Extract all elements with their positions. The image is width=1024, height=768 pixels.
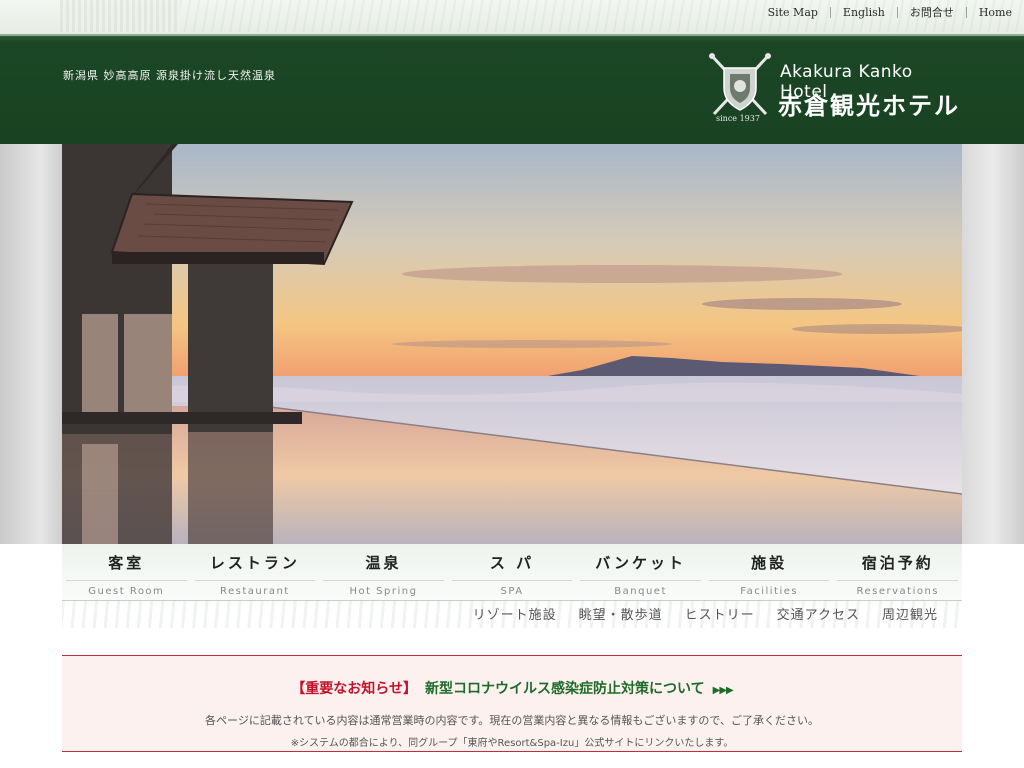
notice-label: 【重要なお知らせ】 [291,681,418,697]
subnav-history[interactable]: ヒストリー [685,604,755,623]
important-notice: 【重要なお知らせ】 新型コロナウイルス感染症防止対策について ▶▶▶ 各ページに記載… [62,655,962,752]
nav-hot-spring[interactable]: 温泉 Hot Spring [319,544,448,600]
sitemap-link[interactable]: Site Map [756,7,830,18]
subnav-sightseeing[interactable]: 周辺観光 [882,604,938,623]
nav-label-en: Reservations [837,580,959,597]
nav-label-en: Facilities [708,580,830,597]
arrow-icon: ▶▶▶ [712,685,734,696]
hero-sunset-scene [62,144,962,544]
utility-nav: Site Map English お問合せ Home [756,0,1024,24]
nav-restaurant[interactable]: レストラン Restaurant [191,544,320,600]
nav-label-en: SPA [451,580,573,597]
nav-guest-room[interactable]: 客室 Guest Room [62,544,191,600]
nav-label-en: Hot Spring [323,580,444,597]
contact-link[interactable]: お問合せ [896,6,966,18]
nav-label-jp: 客室 [108,554,145,572]
sub-nav: リゾート施設 眺望・散歩道 ヒストリー 交通アクセス 周辺観光 [451,604,938,623]
header-tagline: 新潟県 妙高高原 源泉掛け流し天然温泉 [63,69,276,82]
hero-image [62,144,962,544]
nav-label-jp: 宿泊予約 [861,554,934,572]
nav-label-en: Restaurant [194,580,316,597]
site-header: 新潟県 妙高高原 源泉掛け流し天然温泉 since 1937 Akakura K… [0,34,1024,144]
logo-japanese-name: 赤倉観光ホテル [778,92,960,120]
nav-label-jp: バンケット [595,554,686,572]
nav-banquet[interactable]: バンケット Banquet [576,544,705,600]
notice-text: 各ページに記載されている内容は通常営業時の内容です。現在の営業内容と異なる情報も… [205,714,819,727]
nav-label-en: Guest Room [66,580,187,597]
subnav-access[interactable]: 交通アクセス [777,604,860,623]
nav-label-jp: 温泉 [365,554,402,572]
main-nav: 客室 Guest Room レストラン Restaurant 温泉 Hot Sp… [62,544,962,601]
notice-title-link[interactable]: 新型コロナウイルス感染症防止対策について [425,681,705,697]
subnav-views-walks[interactable]: 眺望・散歩道 [579,604,663,623]
logo-since: since 1937 [716,114,760,123]
home-link[interactable]: Home [965,6,1024,18]
nav-spa[interactable]: ス パ SPA [448,544,577,600]
nav-label-en: Banquet [580,580,701,597]
hotel-logo[interactable]: since 1937 Akakura Kanko Hotel 赤倉観光ホテル [706,50,966,130]
hotel-sketch-decoration [60,0,180,32]
nav-facilities[interactable]: 施設 Facilities [705,544,834,600]
top-bar: Site Map English お問合せ Home [0,0,1024,34]
notice-title-row[interactable]: 【重要なお知らせ】 新型コロナウイルス感染症防止対策について ▶▶▶ [62,678,962,698]
nav-reservations[interactable]: 宿泊予約 Reservations [833,544,962,600]
nav-label-jp: ス パ [489,554,535,572]
subnav-resort-facilities[interactable]: リゾート施設 [473,604,557,623]
english-link[interactable]: English [829,6,897,18]
notice-subtext: ※システムの都合により、同グループ「東府やResort&Spa-Izu」公式サイ… [290,738,734,749]
nav-label-jp: レストラン [209,554,300,572]
nav-label-jp: 施設 [751,554,788,572]
hero-background [0,144,1024,544]
